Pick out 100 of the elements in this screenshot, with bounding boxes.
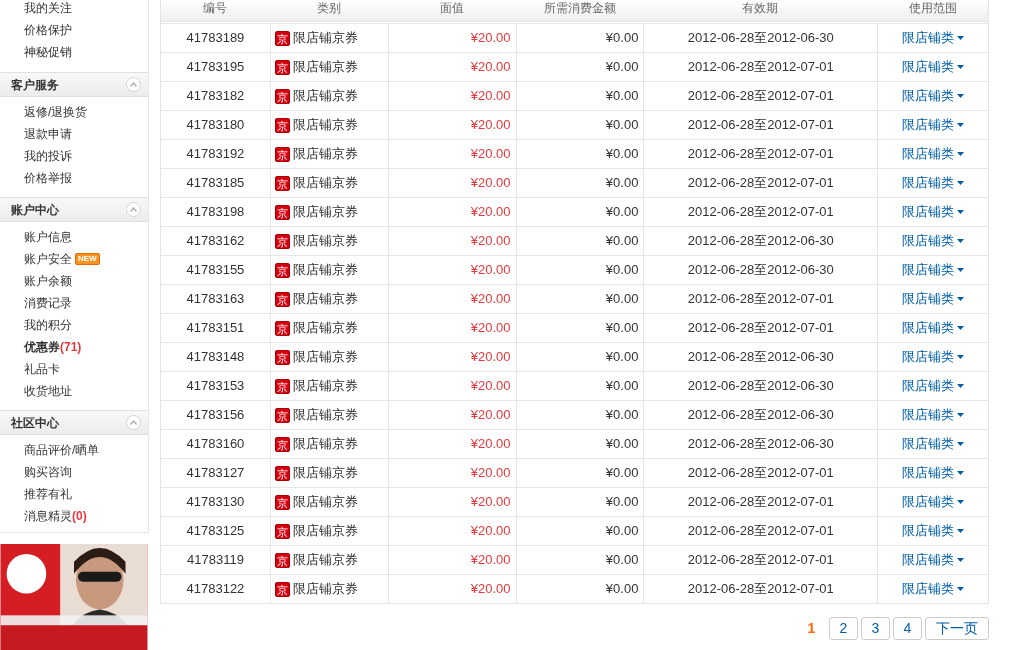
scope-dropdown[interactable]: 限店铺类: [902, 28, 965, 48]
column-header: 类别: [315, 0, 342, 17]
column-header: 所需消费金额: [542, 0, 617, 17]
table-cell-text: 限店铺京券: [292, 551, 358, 570]
table-cell-text: ¥20.00: [470, 174, 511, 193]
scope-dropdown[interactable]: 限店铺类: [902, 115, 965, 135]
scope-dropdown[interactable]: 限店铺类: [902, 579, 965, 599]
sidebar-item[interactable]: 消费记录: [24, 294, 72, 312]
table-cell-text: 41783153: [185, 377, 246, 396]
section-title: 账户中心: [11, 201, 59, 219]
coupon-icon: 京: [274, 291, 290, 307]
table-cell-text: 2012-06-28至2012-07-01: [687, 551, 834, 570]
scope-dropdown[interactable]: 限店铺类: [902, 463, 965, 483]
sidebar-item[interactable]: 我的关注: [24, 0, 72, 17]
sidebar-item[interactable]: 退款申请: [24, 125, 72, 143]
scope-dropdown[interactable]: 限店铺类: [902, 492, 965, 512]
scope-dropdown[interactable]: 限店铺类: [902, 57, 965, 77]
next-page-button[interactable]: 下一页: [925, 617, 989, 640]
caret-icon: [957, 36, 965, 40]
scope-dropdown[interactable]: 限店铺类: [902, 550, 965, 570]
page-link[interactable]: 4: [893, 617, 922, 640]
column-header: 编号: [202, 0, 229, 17]
table-cell-text: 限店铺京券: [292, 232, 358, 251]
table-cell-text: ¥20.00: [470, 493, 511, 512]
caret-icon: [957, 384, 965, 388]
table-cell-text: ¥20.00: [470, 261, 511, 280]
coupon-icon: 京: [274, 320, 290, 336]
scope-dropdown[interactable]: 限店铺类: [902, 86, 965, 106]
collapse-icon[interactable]: [126, 415, 141, 430]
sidebar-item[interactable]: 价格举报: [24, 169, 72, 187]
sidebar-item[interactable]: 账户余额: [24, 272, 72, 290]
table-cell-text: 2012-06-28至2012-07-01: [687, 87, 834, 106]
table-cell-text: 2012-06-28至2012-07-01: [687, 203, 834, 222]
collapse-icon[interactable]: [126, 77, 141, 92]
scope-dropdown[interactable]: 限店铺类: [902, 434, 965, 454]
scope-dropdown[interactable]: 限店铺类: [902, 318, 965, 338]
table-cell-text: ¥0.00: [605, 348, 639, 367]
sidebar-item[interactable]: 优惠券(71): [24, 338, 82, 356]
table-cell-text: 2012-06-28至2012-06-30: [687, 406, 834, 425]
caret-icon: [957, 210, 965, 214]
scope-dropdown[interactable]: 限店铺类: [902, 376, 965, 396]
coupon-icon: 京: [274, 349, 290, 365]
coupon-icon: 京: [274, 465, 290, 481]
coupon-icon: 京: [274, 30, 290, 46]
caret-icon: [957, 413, 965, 417]
scope-dropdown[interactable]: 限店铺类: [902, 260, 965, 280]
sidebar-item[interactable]: 推荐有礼: [24, 485, 72, 503]
table-cell-text: 41783180: [185, 116, 246, 135]
sidebar-item[interactable]: 消息精灵(0): [24, 507, 87, 525]
scope-dropdown[interactable]: 限店铺类: [902, 173, 965, 193]
table-cell-text: 2012-06-28至2012-06-30: [687, 29, 834, 48]
table-cell-text: 41783198: [185, 203, 246, 222]
caret-icon: [957, 152, 965, 156]
sidebar-item[interactable]: 我的投诉: [24, 147, 72, 165]
table-cell-text: ¥20.00: [470, 348, 511, 367]
caret-icon: [957, 471, 965, 475]
caret-icon: [957, 442, 965, 446]
page-link[interactable]: 2: [829, 617, 858, 640]
scope-dropdown[interactable]: 限店铺类: [902, 231, 965, 251]
caret-icon: [957, 123, 965, 127]
scope-dropdown[interactable]: 限店铺类: [902, 289, 965, 309]
table-cell-text: ¥20.00: [470, 551, 511, 570]
table-cell-text: ¥0.00: [605, 116, 639, 135]
table-cell-text: ¥0.00: [605, 87, 639, 106]
sidebar-item[interactable]: 账户信息: [24, 228, 72, 246]
table-cell-text: ¥0.00: [605, 377, 639, 396]
table-cell-text: 限店铺京券: [292, 580, 358, 599]
sidebar-item[interactable]: 我的积分: [24, 316, 72, 334]
scope-dropdown[interactable]: 限店铺类: [902, 144, 965, 164]
table-cell-text: 41783148: [185, 348, 246, 367]
table-cell-text: 41783192: [185, 145, 246, 164]
table-cell-text: ¥0.00: [605, 290, 639, 309]
caret-icon: [957, 529, 965, 533]
scope-dropdown[interactable]: 限店铺类: [902, 405, 965, 425]
scope-dropdown[interactable]: 限店铺类: [902, 202, 965, 222]
page-link[interactable]: 3: [861, 617, 890, 640]
sidebar-item[interactable]: 收货地址: [24, 382, 72, 400]
column-header: 面值: [438, 0, 465, 17]
table-cell-text: 41783185: [185, 174, 246, 193]
sidebar-item[interactable]: 价格保护: [24, 21, 72, 39]
table-cell-text: ¥20.00: [470, 522, 511, 541]
table-cell-text: ¥0.00: [605, 522, 639, 541]
table-cell-text: 2012-06-28至2012-06-30: [687, 435, 834, 454]
table-cell-text: 限店铺京券: [292, 261, 358, 280]
sidebar-item[interactable]: 购买咨询: [24, 463, 72, 481]
coupon-icon: 京: [274, 552, 290, 568]
caret-icon: [957, 355, 965, 359]
coupon-icon: 京: [274, 59, 290, 75]
sidebar-item[interactable]: 神秘促销: [24, 43, 72, 61]
table-cell-text: 2012-06-28至2012-07-01: [687, 174, 834, 193]
sidebar-item[interactable]: 商品评价/晒单: [24, 441, 100, 459]
sidebar-item[interactable]: 账户安全: [24, 250, 72, 268]
sidebar-item[interactable]: 礼品卡: [24, 360, 60, 378]
table-cell-text: 限店铺京券: [292, 116, 358, 135]
scope-dropdown[interactable]: 限店铺类: [902, 521, 965, 541]
coupon-icon: 京: [274, 233, 290, 249]
sidebar-item[interactable]: 返修/退换货: [24, 103, 88, 121]
column-header: 有效期: [741, 0, 780, 17]
collapse-icon[interactable]: [126, 202, 141, 217]
scope-dropdown[interactable]: 限店铺类: [902, 347, 965, 367]
